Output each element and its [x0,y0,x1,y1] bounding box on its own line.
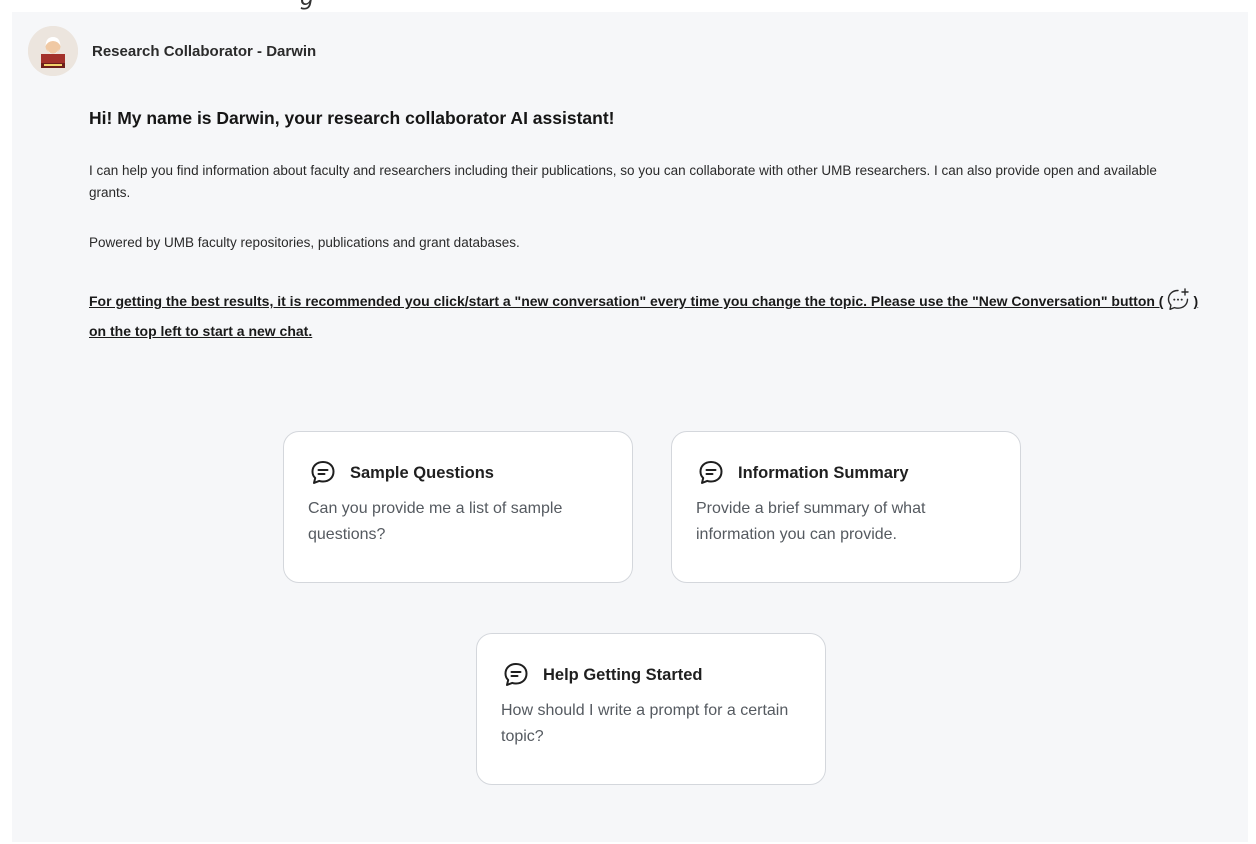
card-header: Help Getting Started [501,660,803,690]
cropped-text-fragment: g [300,0,314,10]
page: g Research Collaborator - Darwin Hi! My … [0,0,1256,844]
card-text: How should I write a prompt for a certai… [501,702,789,745]
intro-paragraph: I can help you find information about fa… [89,163,1157,200]
notice-text-start: For getting the best results, it is reco… [89,293,1164,309]
card-header: Information Summary [696,458,998,488]
greeting-heading: Hi! My name is Darwin, your research col… [89,108,615,128]
chat-header: Research Collaborator - Darwin [28,26,316,76]
sample-questions-card[interactable]: Sample Questions Can you provide me a li… [283,431,633,583]
chat-bubble-icon [504,663,528,686]
new-conversation-notice: For getting the best results, it is reco… [89,286,1219,346]
card-title: Sample Questions [350,463,494,482]
new-conversation-icon [1168,288,1190,311]
information-summary-card[interactable]: Information Summary Provide a brief summ… [671,431,1021,583]
card-text: Can you provide me a list of sample ques… [308,500,563,543]
darwin-avatar-icon [28,26,78,76]
card-header: Sample Questions [308,458,610,488]
card-title: Help Getting Started [543,665,703,684]
powered-by-text: Powered by UMB faculty repositories, pub… [89,235,520,250]
card-title: Information Summary [738,463,909,482]
chat-bubble-icon [699,461,723,484]
cropped-top-text: g [0,0,1256,10]
chat-bubble-icon [311,461,335,484]
card-text: Provide a brief summary of what informat… [696,500,926,543]
help-getting-started-card[interactable]: Help Getting Started How should I write … [476,633,826,785]
chat-title: Research Collaborator - Darwin [92,42,317,60]
